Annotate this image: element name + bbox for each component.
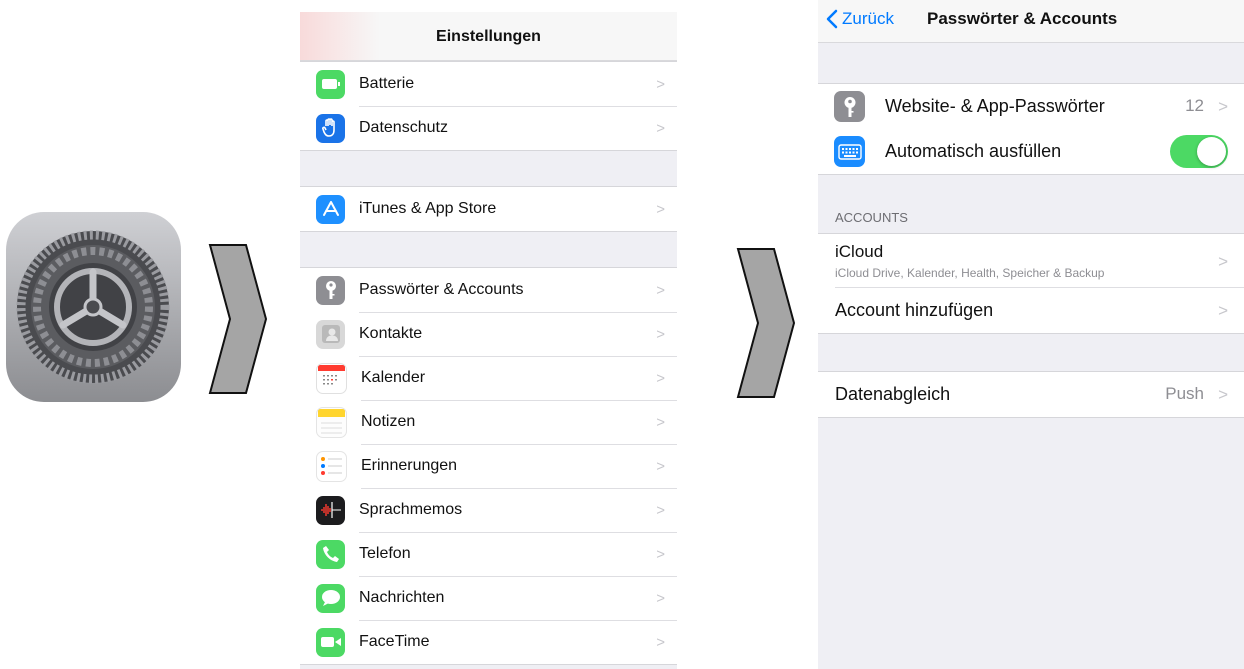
settings-item-kontakte[interactable]: Kontakte > — [300, 312, 677, 357]
back-label: Zurück — [842, 9, 894, 28]
back-button[interactable]: Zurück — [826, 9, 894, 29]
chevron-right-arrow — [208, 244, 268, 394]
chevron-right-icon: > — [656, 546, 665, 563]
settings-screen: Einstellungen Batterie > Datenschutz > i… — [300, 12, 677, 669]
page-title: Einstellungen — [436, 28, 541, 45]
key-icon — [834, 91, 865, 122]
calendar-icon — [316, 362, 347, 394]
add-account-label: Account hinzufügen — [835, 300, 994, 320]
chevron-right-icon: > — [1218, 97, 1228, 116]
settings-item-label: Batterie — [359, 62, 677, 107]
toggle-knob — [1197, 137, 1226, 166]
nav-bar: Einstellungen — [300, 12, 677, 61]
page-title: Passwörter & Accounts — [927, 9, 1118, 28]
settings-item-label: Kalender — [361, 356, 677, 401]
accounts-section-header: ACCOUNTS — [818, 175, 1244, 233]
app-store-icon — [316, 194, 345, 224]
icloud-title: iCloud — [835, 242, 884, 261]
chevron-right-arrow — [736, 248, 796, 398]
settings-item-label: Kontakte — [359, 312, 677, 357]
chevron-right-icon: > — [656, 370, 665, 387]
chevron-right-icon: > — [656, 201, 665, 218]
settings-app-icon — [6, 212, 181, 402]
settings-item-label: Telefon — [359, 532, 677, 577]
passwords-count: 12 — [1185, 96, 1204, 115]
chevron-right-icon: > — [656, 634, 665, 651]
website-app-passwords-row[interactable]: Website- & App-Passwörter 12 > — [818, 84, 1244, 130]
settings-item-label: Erinnerungen — [361, 444, 677, 489]
notes-icon — [316, 406, 347, 438]
settings-item-label: Nachrichten — [359, 576, 677, 621]
accounts-screen: Zurück Passwörter & Accounts Website- & … — [818, 0, 1244, 669]
fetch-value: Push — [1165, 384, 1204, 403]
settings-item-label: Datenschutz — [359, 119, 448, 136]
chevron-left-icon — [826, 9, 838, 29]
chevron-right-icon: > — [656, 120, 665, 137]
facetime-icon — [316, 627, 345, 657]
settings-item-nachrichten[interactable]: Nachrichten > — [300, 576, 677, 621]
settings-item-kalender[interactable]: Kalender > — [300, 356, 677, 401]
accounts-group: iCloud iCloud Drive, Kalender, Health, S… — [818, 233, 1244, 334]
settings-item-sprachmemos[interactable]: Sprachmemos > — [300, 488, 677, 533]
settings-group-3: Passwörter & Accounts > Kontakte > Kalen… — [300, 267, 677, 665]
chevron-right-icon: > — [656, 282, 665, 299]
settings-item-telefon[interactable]: Telefon > — [300, 532, 677, 577]
add-account-row[interactable]: Account hinzufügen > — [818, 288, 1244, 333]
settings-item-passwoerter[interactable]: Passwörter & Accounts > — [300, 268, 677, 313]
settings-group-1: Batterie > Datenschutz > — [300, 61, 677, 151]
chevron-right-icon: > — [656, 76, 665, 93]
phone-icon — [316, 539, 345, 569]
voice-memo-icon — [316, 495, 345, 525]
settings-item-label: Notizen — [361, 400, 677, 445]
settings-group-2: iTunes & App Store > — [300, 186, 677, 232]
autofill-toggle[interactable] — [1170, 135, 1228, 168]
chevron-right-icon: > — [1218, 301, 1228, 320]
keyboard-icon — [834, 136, 865, 167]
chevron-right-icon: > — [656, 458, 665, 475]
chevron-right-icon: > — [656, 326, 665, 343]
settings-item-label: FaceTime — [359, 633, 430, 650]
nav-bar: Zurück Passwörter & Accounts — [818, 0, 1244, 43]
settings-item-datenschutz[interactable]: Datenschutz > — [300, 106, 677, 150]
messages-icon — [316, 583, 345, 613]
passwords-group: Website- & App-Passwörter 12 > Automatis… — [818, 83, 1244, 175]
settings-item-notizen[interactable]: Notizen > — [300, 400, 677, 445]
icloud-account-row[interactable]: iCloud iCloud Drive, Kalender, Health, S… — [818, 234, 1244, 288]
section-header-label: ACCOUNTS — [835, 210, 908, 225]
settings-item-facetime[interactable]: FaceTime > — [300, 620, 677, 664]
icloud-subtitle: iCloud Drive, Kalender, Health, Speicher… — [835, 266, 1105, 280]
battery-icon — [316, 69, 345, 99]
key-icon — [316, 275, 345, 305]
settings-item-erinnerungen[interactable]: Erinnerungen > — [300, 444, 677, 489]
chevron-right-icon: > — [656, 414, 665, 431]
settings-item-label: iTunes & App Store — [359, 200, 497, 217]
chevron-right-icon: > — [1218, 252, 1228, 271]
settings-item-label: Sprachmemos — [359, 488, 677, 533]
hand-icon — [316, 113, 345, 143]
settings-item-itunes[interactable]: iTunes & App Store > — [300, 187, 677, 231]
settings-item-label: Passwörter & Accounts — [359, 268, 677, 313]
reminders-icon — [316, 450, 347, 482]
fetch-new-data-row[interactable]: Datenabgleich Push > — [818, 372, 1244, 417]
settings-item-batterie[interactable]: Batterie > — [300, 62, 677, 107]
fetch-group: Datenabgleich Push > — [818, 371, 1244, 418]
chevron-right-icon: > — [656, 590, 665, 607]
chevron-right-icon: > — [656, 502, 665, 519]
chevron-right-icon: > — [1218, 385, 1228, 404]
contacts-icon — [316, 319, 345, 349]
autofill-row: Automatisch ausfüllen — [818, 129, 1244, 174]
